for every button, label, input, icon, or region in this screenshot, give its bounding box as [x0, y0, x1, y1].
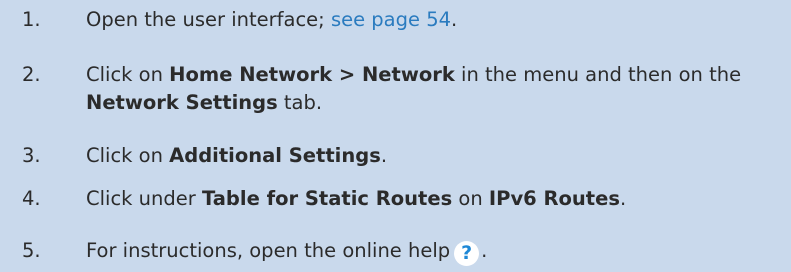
step-text-end: tab.: [277, 91, 323, 114]
step-number: 4.: [22, 187, 41, 210]
step-3: 3. Click on Additional Settings.: [22, 142, 781, 170]
instruction-steps: 1. Open the user interface; see page 54.…: [0, 0, 791, 272]
step-text-part: in the menu and then on the: [454, 63, 742, 86]
step-text: Click on Additional Settings.: [86, 142, 781, 170]
step-text: Click under Table for Static Routes on I…: [86, 185, 781, 213]
step-text-end: .: [481, 239, 488, 262]
tab-name-label: Network Settings: [86, 91, 278, 114]
step-text-part: on: [452, 187, 489, 210]
page-link[interactable]: see page 54: [331, 8, 451, 31]
table-name-label: Table for Static Routes: [201, 187, 453, 210]
step-4: 4. Click under Table for Static Routes o…: [22, 185, 781, 213]
step-text-part: Click under: [86, 187, 202, 210]
step-text-part: Click on: [86, 63, 170, 86]
step-text-end: .: [619, 187, 627, 210]
step-text-part: Click on: [86, 144, 170, 167]
step-text: Open the user interface; see page 54.: [86, 6, 781, 34]
step-text-part: Open the user interface;: [86, 8, 331, 31]
step-5: 5. For instructions, open the online hel…: [22, 237, 781, 266]
step-2: 2. Click on Home Network > Network in th…: [22, 61, 781, 117]
step-1: 1. Open the user interface; see page 54.: [22, 6, 781, 34]
menu-path-label: Home Network > Network: [169, 63, 455, 86]
help-icon: ?: [454, 241, 480, 266]
routes-name-label: IPv6 Routes: [488, 187, 620, 210]
step-number: 2.: [22, 63, 41, 86]
step-text: For instructions, open the online help?.: [86, 237, 781, 266]
step-number: 5.: [22, 239, 41, 262]
step-number: 1.: [22, 8, 41, 31]
step-text-end: .: [451, 8, 458, 31]
step-number: 3.: [22, 144, 41, 167]
button-name-label: Additional Settings: [169, 144, 381, 167]
step-text: Click on Home Network > Network in the m…: [86, 61, 781, 117]
step-text-part: For instructions, open the online help: [86, 239, 451, 262]
step-text-end: .: [380, 144, 388, 167]
